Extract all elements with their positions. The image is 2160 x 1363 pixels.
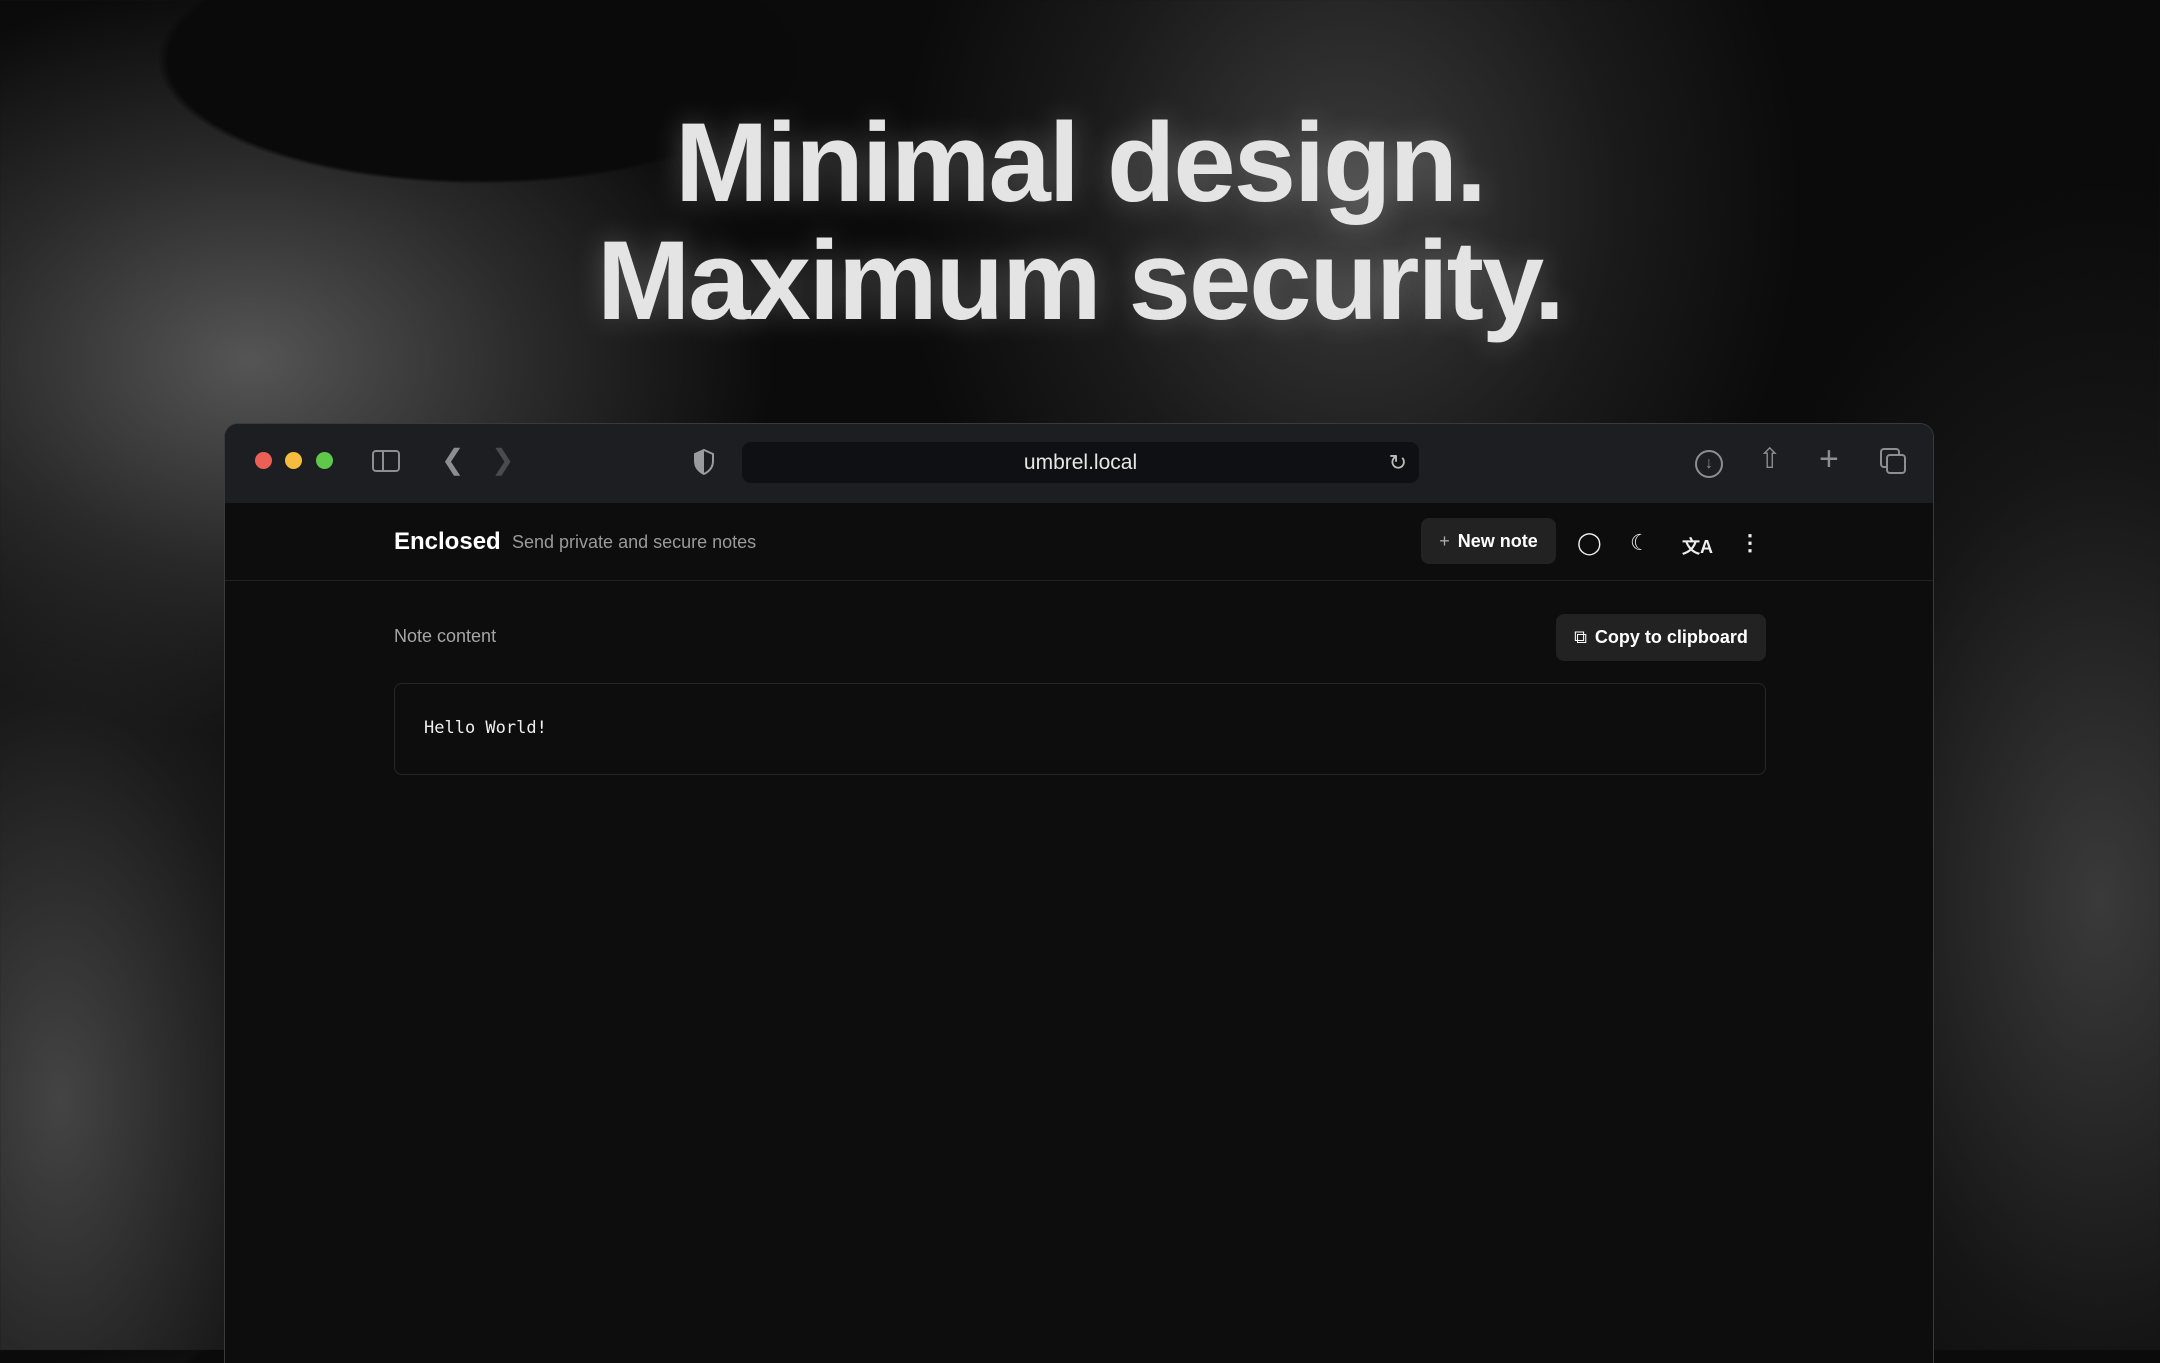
more-options-icon[interactable]: ⋮ [1739, 530, 1761, 556]
forward-icon[interactable]: ❯ [491, 445, 514, 475]
new-note-button[interactable]: + New note [1421, 518, 1556, 564]
browser-toolbar: ❮ ❯ umbrel.local ↻ ↓ ⇧ + [225, 424, 1933, 503]
maximize-window-button[interactable] [316, 452, 333, 469]
sidebar-toggle-icon[interactable] [372, 450, 400, 472]
shield-icon[interactable] [693, 449, 715, 475]
back-icon[interactable]: ❮ [441, 445, 464, 475]
translate-icon[interactable]: 文A [1682, 533, 1713, 559]
plus-icon: + [1439, 530, 1450, 551]
address-bar[interactable]: umbrel.local ↻ [742, 442, 1419, 483]
tab-overview-icon[interactable] [1880, 448, 1908, 476]
url-text: umbrel.local [1023, 451, 1138, 474]
copy-to-clipboard-button[interactable]: ⧉ Copy to clipboard [1556, 614, 1766, 661]
github-icon[interactable]: ◯ [1577, 530, 1602, 556]
note-content-box[interactable]: Hello World! [394, 683, 1766, 775]
copy-label: Copy to clipboard [1594, 627, 1748, 647]
minimize-window-button[interactable] [285, 452, 302, 469]
hero-line-1: Minimal design. [674, 100, 1487, 225]
moon-icon[interactable]: ☾ [1630, 530, 1650, 556]
new-tab-icon[interactable]: + [1819, 442, 1839, 476]
browser-window: ❮ ❯ umbrel.local ↻ ↓ ⇧ + Enclosed Send p… [224, 423, 1934, 1363]
app-tagline: Send private and secure notes [512, 532, 757, 552]
new-note-label: New note [1457, 530, 1538, 551]
copy-icon: ⧉ [1574, 627, 1587, 647]
hero-line-2: Maximum security. [596, 218, 1565, 343]
reload-icon[interactable]: ↻ [1389, 442, 1407, 483]
close-window-button[interactable] [255, 452, 272, 469]
app-header: Enclosed Send private and secure notes +… [225, 503, 1933, 581]
downloads-icon[interactable]: ↓ [1695, 450, 1723, 478]
note-content-label: Note content [394, 626, 497, 646]
share-icon[interactable]: ⇧ [1758, 444, 1781, 474]
app-logo[interactable]: Enclosed [394, 528, 501, 556]
note-text: Hello World! [424, 718, 547, 738]
